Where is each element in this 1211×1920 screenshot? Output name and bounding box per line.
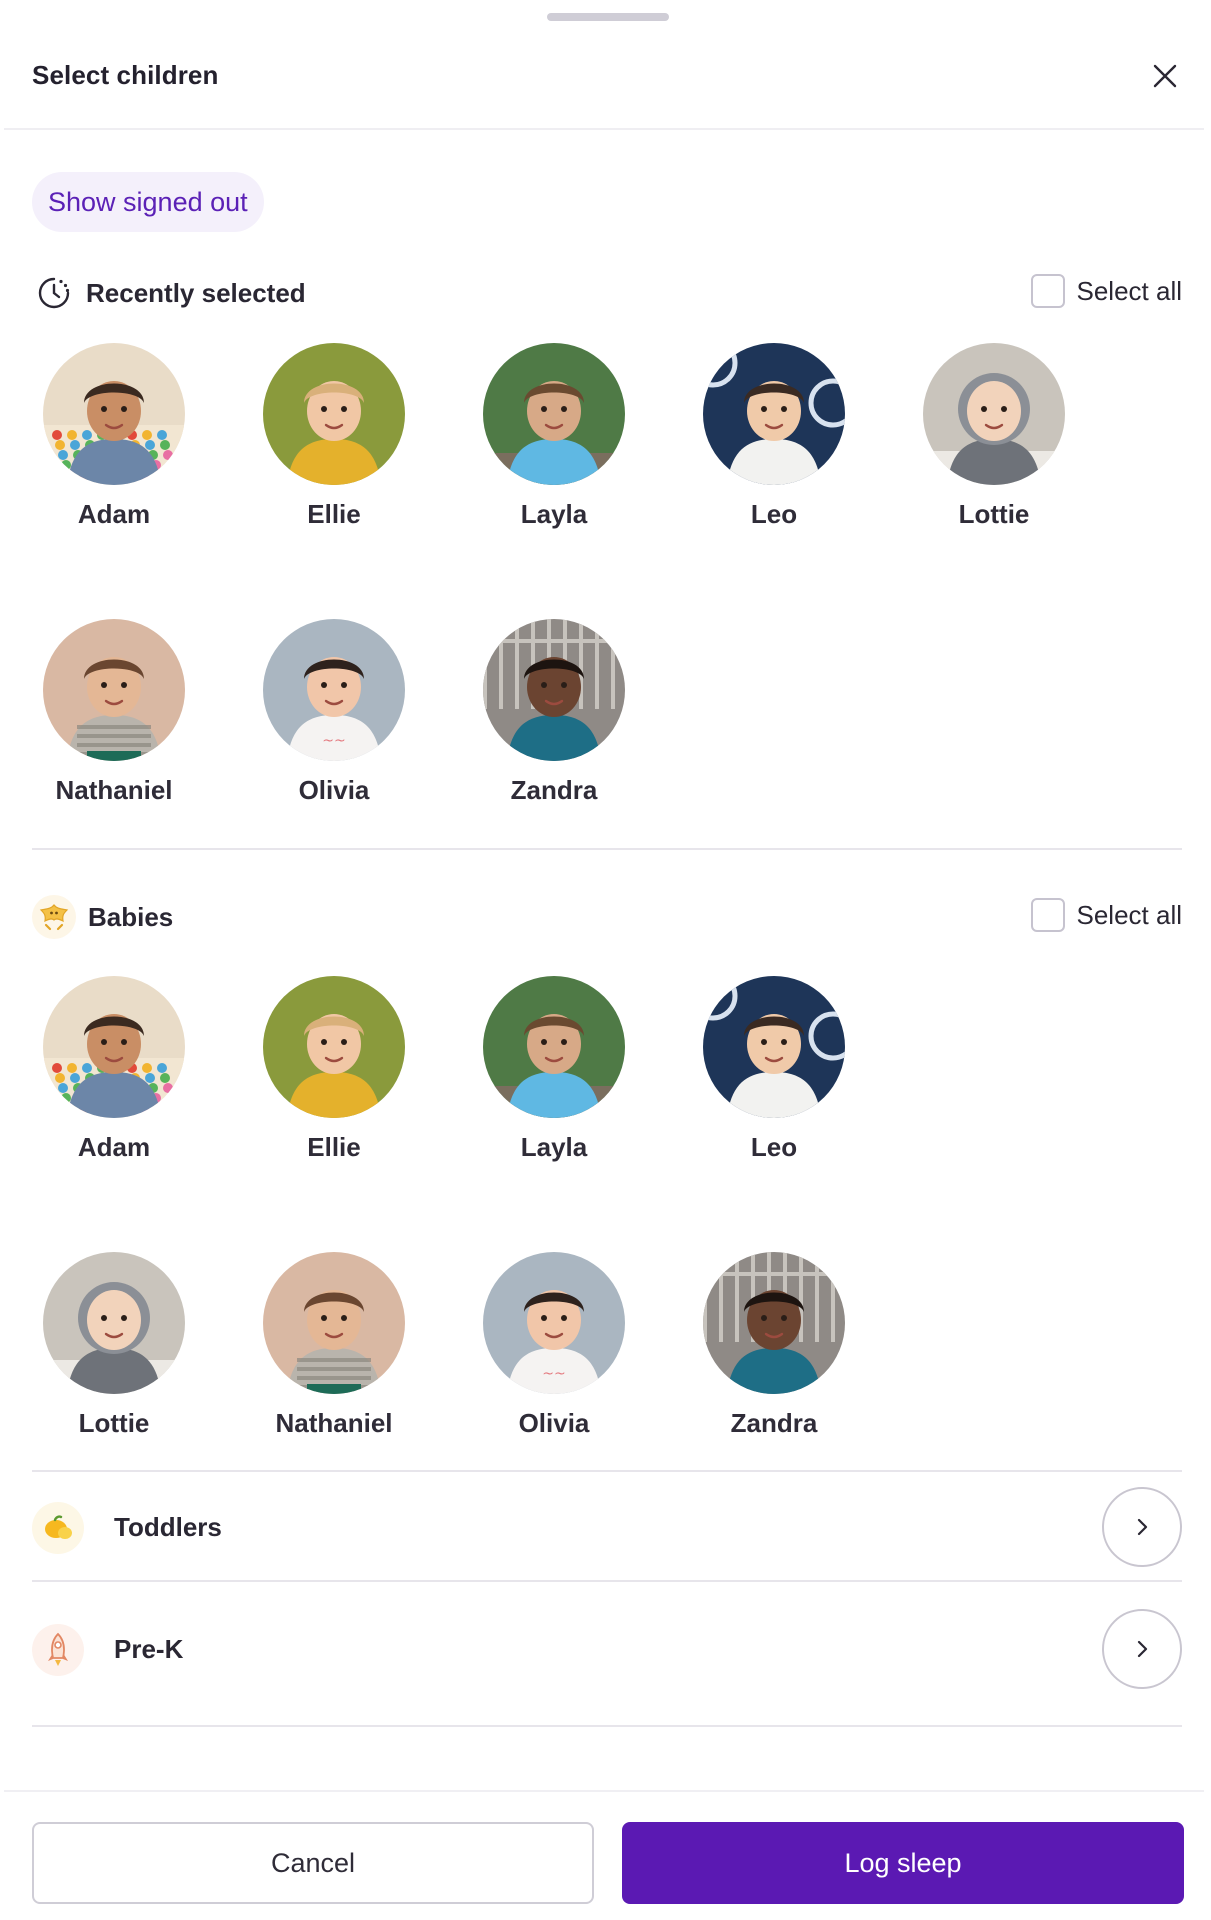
recent-clock-icon (32, 271, 76, 315)
group-row-toddlers[interactable]: Toddlers (32, 1472, 1182, 1580)
child-name: Leo (750, 1132, 798, 1162)
child-avatar (483, 619, 625, 761)
child-avatar: ~~ (263, 619, 405, 761)
child-avatar (263, 1252, 405, 1394)
chevron-right-icon (1137, 1640, 1148, 1658)
child-avatar (483, 976, 625, 1118)
child-name: Layla (520, 499, 588, 529)
child-name: Adam (77, 499, 151, 529)
child-card[interactable]: Lottie (32, 1252, 196, 1452)
child-avatar (703, 343, 845, 485)
recent-select-all[interactable]: Select all (1030, 274, 1183, 308)
group-label-toddlers: Toddlers (114, 1512, 222, 1542)
child-avatar (923, 343, 1065, 485)
section-divider (32, 848, 1182, 850)
child-avatar (703, 976, 845, 1118)
show-signed-out-label: Show signed out (48, 186, 248, 217)
recent-select-all-label: Select all (1076, 275, 1183, 306)
section-divider (32, 1580, 1182, 1582)
close-icon (1153, 64, 1177, 88)
child-card[interactable]: Nathaniel (32, 619, 196, 819)
babies-title: Babies (88, 901, 174, 932)
child-name: Olivia (298, 775, 370, 805)
group-row-pre-k[interactable]: Pre-K (32, 1594, 1182, 1702)
child-card[interactable]: ~~ Olivia (472, 1252, 636, 1452)
babies-select-all[interactable]: Select all (1030, 898, 1183, 932)
child-name: Ellie (307, 1132, 361, 1162)
svg-text:~~: ~~ (322, 733, 345, 749)
child-card[interactable]: Layla (472, 343, 636, 543)
page-title: Select children (32, 60, 219, 90)
child-avatar (43, 343, 185, 485)
recently-selected-header: Recently selected Select all (32, 268, 1182, 318)
child-card[interactable]: Zandra (692, 1252, 856, 1452)
babies-select-all-checkbox[interactable] (1030, 898, 1065, 932)
babies-star-icon (32, 895, 76, 939)
child-name: Layla (520, 1132, 588, 1162)
child-name: Nathaniel (275, 1408, 393, 1438)
drag-handle[interactable] (547, 13, 669, 21)
child-card[interactable]: Adam (32, 976, 196, 1176)
child-avatar (43, 976, 185, 1118)
lemon-icon (32, 1502, 84, 1554)
child-name: Zandra (510, 775, 598, 805)
sheet-header: Select children (4, 36, 1204, 130)
child-name: Ellie (307, 499, 361, 529)
child-name: Zandra (730, 1408, 818, 1438)
show-signed-out-toggle[interactable]: Show signed out (32, 172, 264, 232)
child-card[interactable]: ~~ Olivia (252, 619, 416, 819)
child-name: Lottie (958, 499, 1030, 529)
child-name: Adam (77, 1132, 151, 1162)
child-card[interactable]: Ellie (252, 976, 416, 1176)
section-divider (32, 1725, 1182, 1727)
rocket-icon (32, 1624, 84, 1676)
child-avatar (263, 343, 405, 485)
child-card[interactable]: Ellie (252, 343, 416, 543)
close-button[interactable] (1147, 58, 1183, 94)
cancel-button[interactable]: Cancel (32, 1822, 594, 1904)
child-card[interactable]: Leo (692, 343, 856, 543)
pre-k-open-button[interactable] (1102, 1609, 1182, 1689)
child-name: Leo (750, 499, 798, 529)
log-sleep-button[interactable]: Log sleep (622, 1822, 1184, 1904)
child-card[interactable]: Leo (692, 976, 856, 1176)
child-name: Lottie (78, 1408, 150, 1438)
child-avatar: ~~ (483, 1252, 625, 1394)
child-avatar (43, 619, 185, 761)
child-name: Olivia (518, 1408, 590, 1438)
babies-header: Babies Select all (32, 892, 1182, 942)
group-label-pre-k: Pre-K (114, 1634, 184, 1664)
babies-select-all-label: Select all (1076, 899, 1183, 930)
toddlers-open-button[interactable] (1102, 1487, 1182, 1567)
child-card[interactable]: Nathaniel (252, 1252, 416, 1452)
child-avatar (263, 976, 405, 1118)
child-avatar (483, 343, 625, 485)
child-name: Nathaniel (55, 775, 173, 805)
child-card[interactable]: Lottie (912, 343, 1076, 543)
svg-text:~~: ~~ (542, 1366, 565, 1382)
select-children-sheet: Select children Show signed out Recently… (0, 0, 1211, 1920)
recently-selected-title: Recently selected (86, 277, 306, 308)
child-card[interactable]: Adam (32, 343, 196, 543)
chevron-right-icon (1137, 1518, 1148, 1536)
action-footer: Cancel Log sleep (4, 1790, 1204, 1920)
child-card[interactable]: Zandra (472, 619, 636, 819)
child-avatar (703, 1252, 845, 1394)
recent-select-all-checkbox[interactable] (1030, 274, 1065, 308)
child-card[interactable]: Layla (472, 976, 636, 1176)
child-avatar (43, 1252, 185, 1394)
